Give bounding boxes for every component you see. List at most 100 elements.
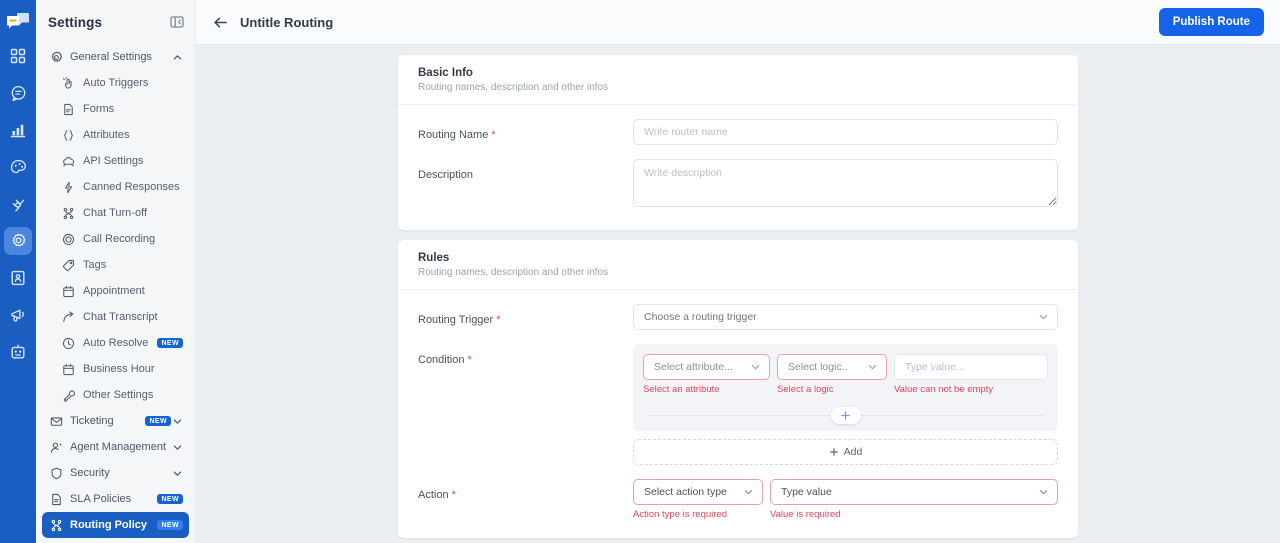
chevron-down-icon [750, 362, 761, 373]
action-label-text: Action [418, 489, 449, 501]
routing-nodes-icon [60, 207, 76, 220]
sidebar-item-chat-transcript[interactable]: Chat Transcript [42, 304, 189, 330]
condition-attribute-wrap: Select attribute... [643, 354, 770, 380]
rules-header: Rules Routing names, description and oth… [398, 240, 1078, 290]
action-errors: Action type is required Value is require… [633, 509, 1058, 520]
clock-icon [60, 337, 76, 350]
sidebar-item-call-recording[interactable]: Call Recording [42, 226, 189, 252]
sidebar-item-auto-resolve[interactable]: Auto Resolve NEW [42, 330, 189, 356]
description-textarea[interactable] [633, 159, 1058, 207]
sidebar-item-label: Chat Turn-off [83, 207, 147, 219]
sidebar-item-attributes[interactable]: Attributes [42, 122, 189, 148]
condition-attribute-value: Select attribute... [654, 361, 733, 373]
calendar-icon [60, 363, 76, 376]
publish-route-button[interactable]: Publish Route [1158, 8, 1264, 36]
routing-trigger-label-text: Routing Trigger [418, 314, 494, 326]
chevron-down-icon[interactable] [171, 416, 183, 427]
sidebar-item-label: Attributes [83, 129, 130, 141]
chevron-down-icon[interactable] [171, 442, 183, 453]
gear-icon [48, 51, 64, 64]
routing-trigger-select[interactable]: Choose a routing trigger [633, 304, 1058, 330]
rail-item-settings[interactable] [4, 227, 32, 255]
routing-nodes-icon [48, 519, 64, 532]
chat-bubble-icon [11, 85, 25, 101]
sidebar-item-label: Canned Responses [83, 181, 180, 193]
cloud-api-icon [60, 155, 76, 168]
action-inputs: Select action type Type value [633, 479, 1058, 505]
sidebar-item-business-hour[interactable]: Business Hour [42, 356, 189, 382]
required-asterisk: * [496, 314, 501, 326]
primary-icon-rail [0, 0, 36, 543]
condition-attribute-error: Select an attribute [643, 384, 720, 395]
arrow-left-icon[interactable] [210, 12, 230, 32]
rail-item-dashboard[interactable] [4, 42, 32, 70]
sidebar-item-sla-policies[interactable]: SLA Policies NEW [42, 486, 189, 512]
sidebar-item-auto-triggers[interactable]: Auto Triggers [42, 70, 189, 96]
wrench-icon [60, 389, 76, 402]
condition-attribute-select[interactable]: Select attribute... [643, 354, 770, 380]
rules-card: Rules Routing names, description and oth… [398, 240, 1078, 538]
chevron-up-icon[interactable] [171, 52, 183, 63]
sidebar-item-api-settings[interactable]: API Settings [42, 148, 189, 174]
sidebar-item-general-settings[interactable]: General Settings [42, 44, 189, 70]
sidebar-item-chat-turn-off[interactable]: Chat Turn-off [42, 200, 189, 226]
required-asterisk: * [467, 354, 472, 366]
sidebar-item-security[interactable]: Security [42, 460, 189, 486]
main-region: Untitle Routing Publish Route Basic Info… [196, 0, 1280, 543]
rail-item-conversations[interactable] [4, 79, 32, 107]
sidebar-item-other-settings[interactable]: Other Settings [42, 382, 189, 408]
rail-item-integrations[interactable] [4, 190, 32, 218]
action-type-select[interactable]: Select action type [633, 479, 763, 505]
sidebar-item-canned-responses[interactable]: Canned Responses [42, 174, 189, 200]
action-value-select[interactable]: Type value [770, 479, 1058, 505]
chevron-down-icon [1038, 487, 1049, 498]
megaphone-icon [10, 309, 24, 322]
page-title: Settings [48, 14, 103, 30]
action-type-value: Select action type [644, 486, 727, 498]
lightning-bolt-icon [60, 181, 76, 194]
add-condition-row-button[interactable] [830, 407, 861, 424]
condition-add-row-area [643, 401, 1048, 431]
sidebar-item-forms[interactable]: Forms [42, 96, 189, 122]
sidebar-item-label: Routing Policy [70, 519, 147, 531]
add-condition-group-button[interactable]: Add [633, 439, 1058, 465]
braces-icon [60, 129, 76, 142]
condition-group: Select attribute... Select logic.. Type … [633, 344, 1058, 431]
basic-info-subheading: Routing names, description and other inf… [418, 82, 609, 93]
app-root: Settings General Settings Auto Triggers Fo… [0, 0, 1280, 543]
sidebar-item-routing-policy[interactable]: Routing Policy NEW [42, 512, 189, 538]
tag-icon [60, 259, 76, 272]
rail-item-reports[interactable] [4, 116, 32, 144]
sidebar-item-label: Appointment [83, 285, 145, 297]
rules-body: Routing Trigger * Choose a routing trigg… [398, 290, 1078, 538]
sidebar-item-agent-management[interactable]: Agent Management [42, 434, 189, 460]
rules-heading: Rules [418, 252, 450, 264]
palette-icon [10, 159, 26, 173]
required-asterisk: * [451, 489, 456, 501]
basic-info-body: Routing Name * Description [398, 105, 1078, 230]
rail-item-campaigns[interactable] [4, 301, 32, 329]
settings-sidebar: Settings General Settings Auto Triggers Fo… [36, 0, 196, 543]
sidebar-item-label: Ticketing [70, 415, 114, 427]
condition-value-input[interactable] [894, 354, 1048, 380]
form-scroll-area[interactable]: Basic Info Routing names, description an… [196, 45, 1280, 543]
plug-integration-icon [12, 198, 24, 211]
rail-item-appearance[interactable] [4, 153, 32, 181]
new-badge: NEW [145, 416, 171, 426]
sidebar-item-ticketing[interactable]: Ticketing NEW [42, 408, 189, 434]
rail-item-contacts[interactable] [4, 264, 32, 292]
chatbot-logo[interactable] [4, 8, 32, 34]
routing-name-field [633, 119, 1058, 145]
condition-logic-select[interactable]: Select logic.. [777, 354, 887, 380]
sidebar-item-label: Other Settings [83, 389, 154, 401]
sidebar-item-tags[interactable]: Tags [42, 252, 189, 278]
routing-name-input[interactable] [633, 119, 1058, 145]
chevron-down-icon[interactable] [171, 468, 183, 479]
rail-item-bots[interactable] [4, 338, 32, 366]
action-type-wrap: Select action type [633, 479, 763, 505]
routing-trigger-value: Choose a routing trigger [644, 311, 757, 323]
add-condition-group-label: Add [843, 446, 863, 458]
plus-icon [829, 448, 838, 456]
collapse-panel-icon[interactable] [169, 14, 185, 30]
sidebar-item-appointment[interactable]: Appointment [42, 278, 189, 304]
